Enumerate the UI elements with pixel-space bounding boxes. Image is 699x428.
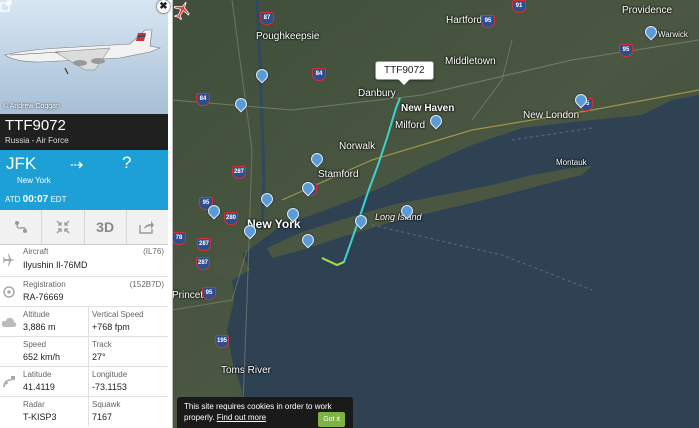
longitude-label: Longitude (92, 370, 128, 379)
registration-row: Registration (152B7D) RA-76669 (0, 277, 168, 307)
route-arrow-icon: ⇢ (70, 157, 84, 174)
aircraft-row: Aircraft (IL76) Ilyushin Il-76MD (0, 244, 168, 277)
cookie-find-out-more-link[interactable]: Find out more (217, 413, 266, 422)
latitude-value: 41.4119 (23, 382, 55, 392)
callsign: TTF9072 (5, 117, 66, 134)
position-row: Latitude 41.4119 Longitude -73.1153 (0, 367, 168, 397)
mode-s-code: (152B7D) (129, 280, 164, 289)
registration-label: Registration (23, 280, 66, 289)
photo-copyright: © Andrew Coggan (3, 103, 60, 110)
squawk-value: 7167 (92, 412, 113, 422)
highway-shield: 287 (232, 166, 246, 179)
radar-row: Radar T-KISP3 Squawk 7167 (0, 397, 168, 426)
radar-value: T-KISP3 (23, 412, 57, 422)
atd-label: ATD (5, 195, 21, 204)
city-label: New London (523, 110, 580, 121)
city-label: Milford (395, 120, 426, 131)
registration-icon (0, 277, 18, 306)
track-value: 27° (92, 352, 106, 362)
highway-shield: 280 (224, 212, 238, 225)
highway-shield: 95 (619, 44, 633, 57)
altitude-value: 3,886 m (23, 322, 56, 332)
atd-timezone: EDT (50, 195, 67, 204)
altitude-label: Altitude (23, 310, 50, 319)
close-panel-icon[interactable]: ✖ (157, 0, 170, 13)
city-label: Warwick (658, 30, 688, 39)
vertical-speed-value: +768 fpm (92, 322, 130, 332)
aircraft-info: Aircraft (IL76) Ilyushin Il-76MD Registr… (0, 244, 168, 426)
origin-code[interactable]: JFK (6, 154, 36, 174)
speed-value: 652 km/h (23, 352, 61, 362)
center-button[interactable] (42, 210, 85, 244)
highway-shield: 91 (512, 0, 526, 13)
departure-time: ATD 00:07 EDT (5, 194, 66, 205)
track-label: Track (92, 340, 112, 349)
highway-shield: 87 (260, 12, 274, 25)
aircraft-label: Aircraft (23, 247, 49, 256)
longitude-value: -73.1153 (92, 382, 127, 392)
satellite-icon (0, 367, 18, 396)
squawk-label: Squawk (92, 400, 121, 409)
city-label: Middletown (445, 56, 496, 67)
route-icon (14, 221, 27, 233)
divider (88, 337, 89, 366)
city-label: Stamford (318, 169, 359, 180)
share-icon (139, 221, 155, 234)
city-label: New Haven (401, 103, 455, 114)
route-box: JFK New York ⇢ ? ATD 00:07 EDT (0, 150, 168, 210)
airplane-icon (0, 244, 18, 276)
cookie-banner: This site requires cookies in order to w… (177, 397, 353, 428)
share-button[interactable] (127, 210, 168, 244)
expand-photo-icon[interactable] (0, 0, 12, 12)
registration-value: RA-76669 (23, 292, 64, 302)
cloud-icon (0, 307, 18, 336)
highway-shield: 84 (196, 93, 210, 106)
panel-toolbar: 3D (0, 210, 168, 245)
aircraft-photo[interactable]: © Andrew Coggan (0, 0, 168, 114)
city-label: Providence (622, 5, 673, 16)
highway-shield: 78 (172, 232, 186, 245)
callsign-header: TTF9072 Russia - Air Force (0, 114, 168, 150)
collapse-icon (56, 220, 70, 234)
aircraft-photo-image (4, 29, 162, 75)
city-label: Norwalk (339, 141, 376, 152)
city-label: Hartford (446, 15, 483, 26)
flight-callout-label[interactable]: TTF9072 (375, 61, 434, 85)
speed-row: Speed 652 km/h Track 27° (0, 337, 168, 367)
origin-city: New York (17, 176, 51, 185)
vertical-speed-label: Vertical Speed (92, 310, 144, 319)
city-label: Danbury (358, 88, 396, 99)
highway-shield: 95 (202, 287, 216, 300)
operator: Russia - Air Force (5, 136, 69, 145)
city-label: Poughkeepsie (256, 31, 320, 42)
altitude-row: Altitude 3,886 m Vertical Speed +768 fpm (0, 307, 168, 337)
flight-info-panel: © Andrew Coggan ✖ TTF9072 Russia - Air F… (0, 0, 173, 428)
cookie-got-it-button[interactable]: Got it (318, 412, 345, 427)
aircraft-type-code: (IL76) (143, 247, 164, 256)
map-terrain (172, 0, 699, 428)
highway-shield: 84 (312, 68, 326, 81)
destination-code: ? (122, 153, 132, 172)
city-label: Montauk (556, 158, 587, 167)
divider (88, 307, 89, 336)
map[interactable]: Hartford Providence Poughkeepsie Middlet… (172, 0, 699, 428)
highway-shield: 95 (481, 15, 495, 28)
city-label: Toms River (221, 365, 272, 376)
3d-view-button[interactable]: 3D (85, 210, 127, 244)
divider (88, 367, 89, 396)
city-label: Long Island (375, 212, 422, 222)
highway-shield: 287 (196, 257, 210, 270)
highway-shield: 195 (215, 335, 229, 348)
divider (88, 397, 89, 426)
latitude-label: Latitude (23, 370, 52, 379)
airplane-icon[interactable] (172, 0, 192, 20)
speed-label: Speed (23, 340, 47, 349)
atd-time: 00:07 (22, 194, 49, 205)
route-button[interactable] (0, 210, 43, 244)
highway-shield: 287 (197, 238, 211, 251)
radar-label: Radar (23, 400, 45, 409)
aircraft-value: Ilyushin Il-76MD (23, 260, 88, 270)
